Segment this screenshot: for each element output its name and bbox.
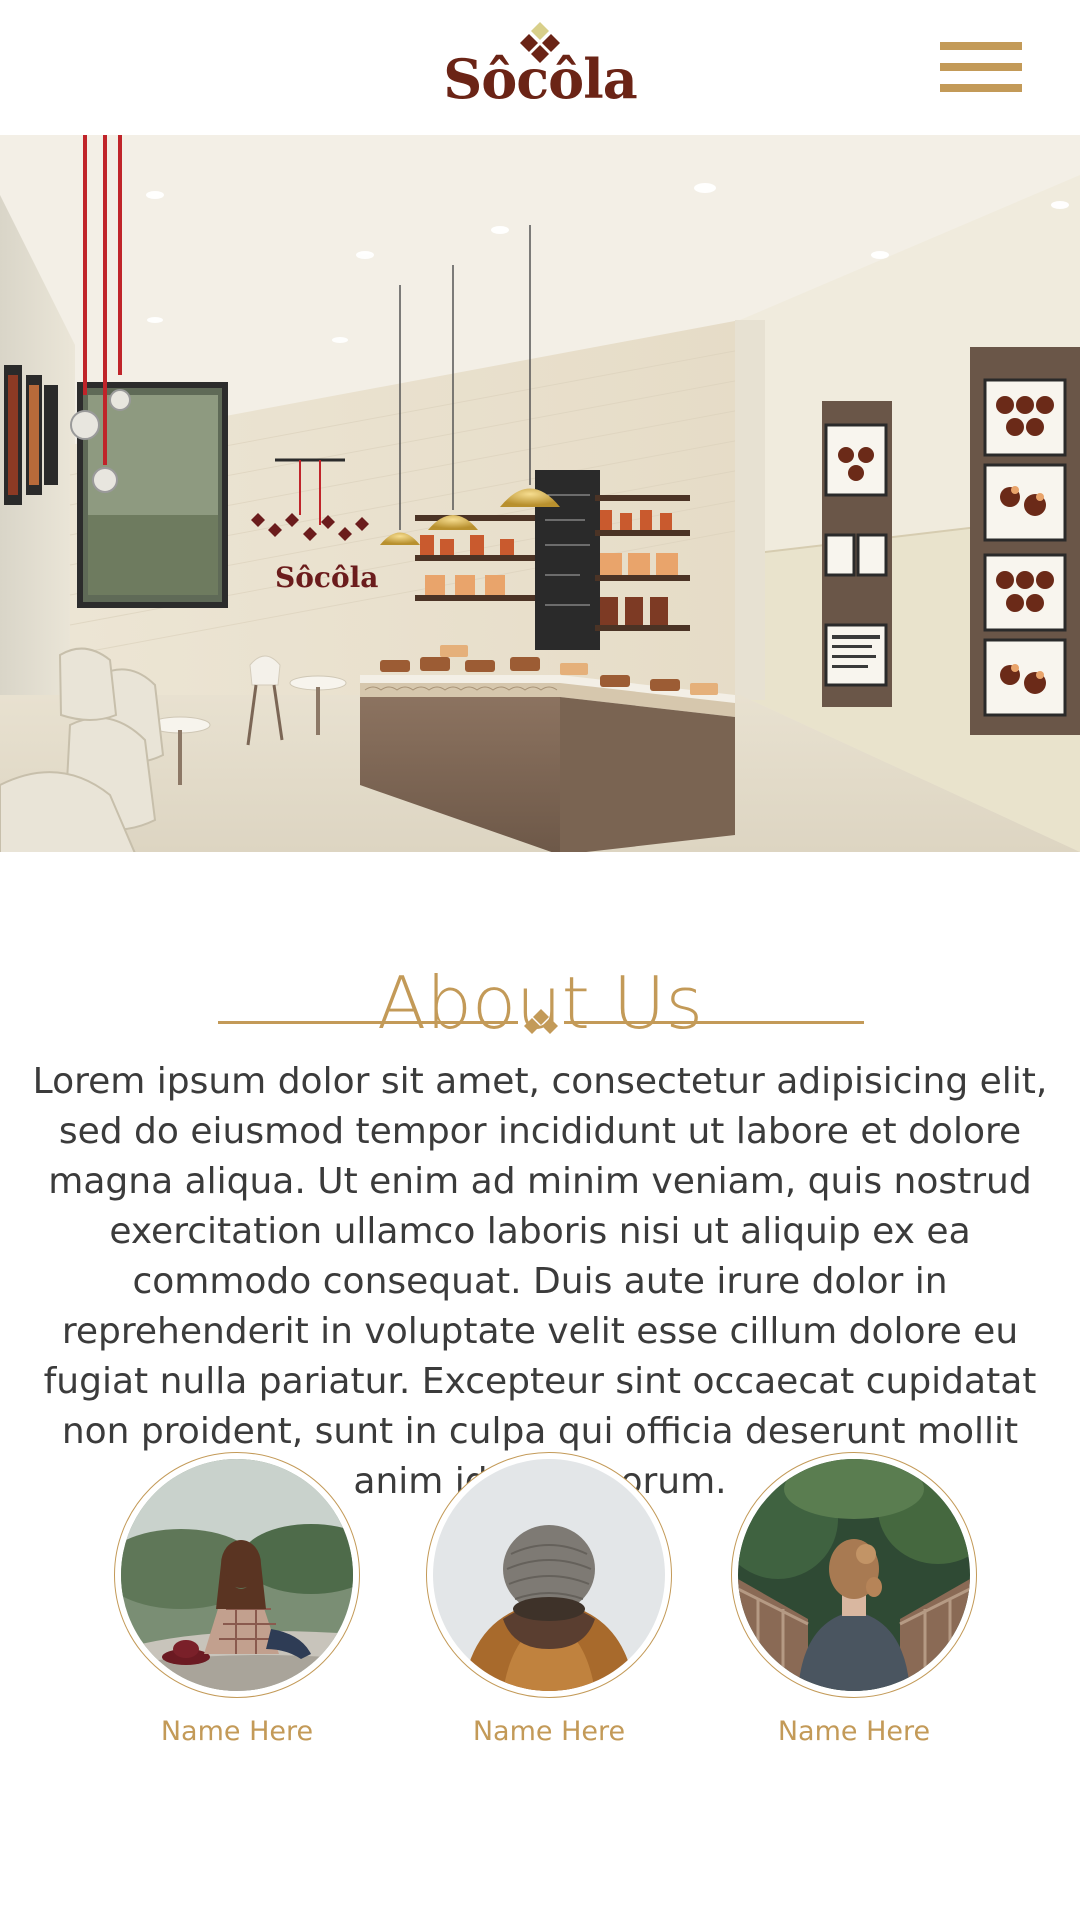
menu-bar-bottom [940,84,1022,92]
member-name: Name Here [160,1716,314,1747]
member-name: Name Here [777,1716,931,1747]
avatar[interactable] [114,1452,360,1698]
person-photo [433,1459,665,1691]
avatar[interactable] [731,1452,977,1698]
team-member-card[interactable]: Name Here [424,1452,674,1747]
logo-wordmark: Sôcôla [443,47,637,111]
about-section: About Us Lorem ipsum dolor sit amet, con… [0,852,1080,1502]
team-member-card[interactable]: Name Here [729,1452,979,1747]
team-section: Name Here Name Here Name Here [0,1452,1080,1920]
site-header: Sôcôla [0,0,1080,135]
divider-line-left [218,1021,518,1024]
title-divider [218,1009,864,1039]
avatar[interactable] [426,1452,672,1698]
hamburger-menu-button[interactable] [940,38,1022,96]
hamburger-menu-icon [940,42,1022,50]
about-paragraph: Lorem ipsum dolor sit amet, consectetur … [32,1061,1048,1502]
menu-bar-middle [940,63,1022,71]
team-member-card[interactable]: Name Here [112,1452,362,1747]
person-photo [121,1459,353,1691]
hero-store-image: Sôcôla [0,135,1080,852]
person-photo [738,1459,970,1691]
member-name: Name Here [472,1716,626,1747]
diamond-ornament-icon [524,1009,558,1034]
store-sign-text: Sôcôla [275,561,378,594]
brand-logo[interactable]: Sôcôla [440,20,640,120]
divider-line-right [564,1021,864,1024]
